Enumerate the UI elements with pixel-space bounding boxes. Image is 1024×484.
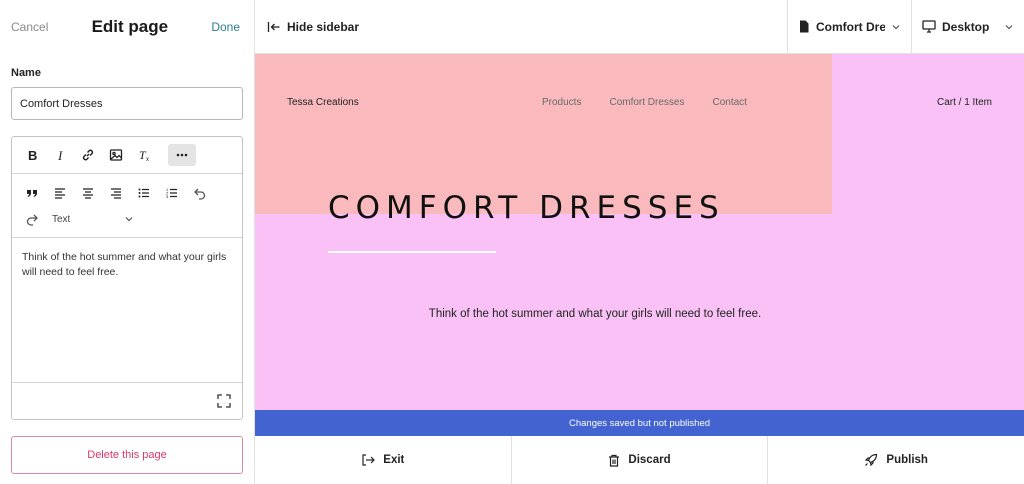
trash-icon [608, 454, 620, 467]
editor-toolbar-row-2: 123 Text [12, 174, 242, 238]
bullet-list-icon[interactable] [130, 182, 158, 204]
device-select[interactable]: Desktop [911, 0, 1024, 54]
hide-sidebar-label: Hide sidebar [287, 19, 360, 34]
editor-footer [12, 383, 242, 419]
cancel-button[interactable]: Cancel [11, 20, 48, 34]
align-center-icon[interactable] [74, 182, 102, 204]
exit-button[interactable]: Exit [255, 436, 512, 484]
nav-item-products[interactable]: Products [542, 97, 581, 108]
svg-text:I: I [57, 148, 63, 162]
chevron-down-icon [891, 22, 901, 32]
svg-text:x: x [146, 157, 149, 162]
status-bar: Changes saved but not published [255, 410, 1024, 436]
site-brand[interactable]: Tessa Creations [287, 97, 359, 108]
editor-toolbar-row-1: B I Tx [12, 137, 242, 174]
link-icon[interactable] [74, 144, 102, 166]
hero-title: COMFORT DRESSES [328, 190, 725, 226]
image-icon[interactable] [102, 144, 130, 166]
exit-label: Exit [383, 454, 405, 466]
toolbar-line: Text [18, 208, 242, 230]
numbered-list-icon[interactable]: 123 [158, 182, 186, 204]
fullscreen-icon[interactable] [216, 393, 232, 409]
monitor-icon [922, 20, 936, 33]
hide-sidebar-button[interactable]: Hide sidebar [267, 20, 359, 34]
undo-icon[interactable] [186, 182, 214, 204]
delete-page-button[interactable]: Delete this page [11, 436, 243, 474]
name-input[interactable] [11, 87, 243, 120]
nav-item-comfort-dresses[interactable]: Comfort Dresses [609, 97, 684, 108]
toolbar-line: 123 [18, 182, 242, 204]
redo-icon[interactable] [18, 208, 46, 230]
site-nav: Products Comfort Dresses Contact [542, 97, 747, 108]
rocket-icon [864, 453, 878, 467]
quote-icon[interactable] [18, 182, 46, 204]
nav-item-contact[interactable]: Contact [712, 97, 746, 108]
discard-label: Discard [628, 454, 671, 466]
publish-label: Publish [886, 454, 928, 466]
site-cart[interactable]: Cart / 1 Item [937, 97, 992, 108]
align-left-icon[interactable] [46, 182, 74, 204]
hero-divider [328, 251, 496, 253]
page-select-value: Comfort Dresses [816, 19, 885, 34]
chevron-down-icon [124, 214, 134, 224]
rich-text-editor: B I Tx 1 2 3 Text Think of the hot summe… [11, 136, 243, 420]
svg-text:3: 3 [166, 194, 169, 199]
sidebar: Cancel Edit page Done Name B I Tx [0, 0, 255, 484]
done-button[interactable]: Done [211, 20, 240, 34]
publish-button[interactable]: Publish [768, 436, 1024, 484]
sidebar-header: Cancel Edit page Done [0, 0, 254, 54]
more-options-icon[interactable] [168, 144, 196, 166]
text-format-select[interactable]: Text [52, 208, 138, 230]
page-preview: Tessa Creations Products Comfort Dresses… [255, 54, 1024, 410]
clear-format-icon[interactable]: Tx [130, 144, 158, 166]
collapse-left-icon [267, 20, 281, 34]
device-select-value: Desktop [942, 19, 990, 34]
top-bar: Hide sidebar Comfort Dresses Desktop [255, 0, 1024, 54]
text-format-value: Text [52, 213, 71, 225]
page-title: Edit page [91, 17, 169, 36]
chevron-down-icon [1004, 22, 1014, 32]
bold-icon[interactable]: B [18, 144, 46, 166]
italic-icon[interactable]: I [46, 144, 74, 166]
bottom-action-bar: Exit Discard Publish [255, 436, 1024, 484]
exit-icon [361, 454, 376, 466]
page-icon [798, 20, 810, 33]
svg-text:B: B [28, 148, 37, 162]
page-select[interactable]: Comfort Dresses [787, 0, 911, 54]
editor-content[interactable]: Think of the hot summer and what your gi… [12, 238, 242, 383]
hero-text: Think of the hot summer and what your gi… [428, 308, 762, 320]
align-right-icon[interactable] [102, 182, 130, 204]
discard-button[interactable]: Discard [512, 436, 769, 484]
name-label: Name [11, 67, 41, 79]
